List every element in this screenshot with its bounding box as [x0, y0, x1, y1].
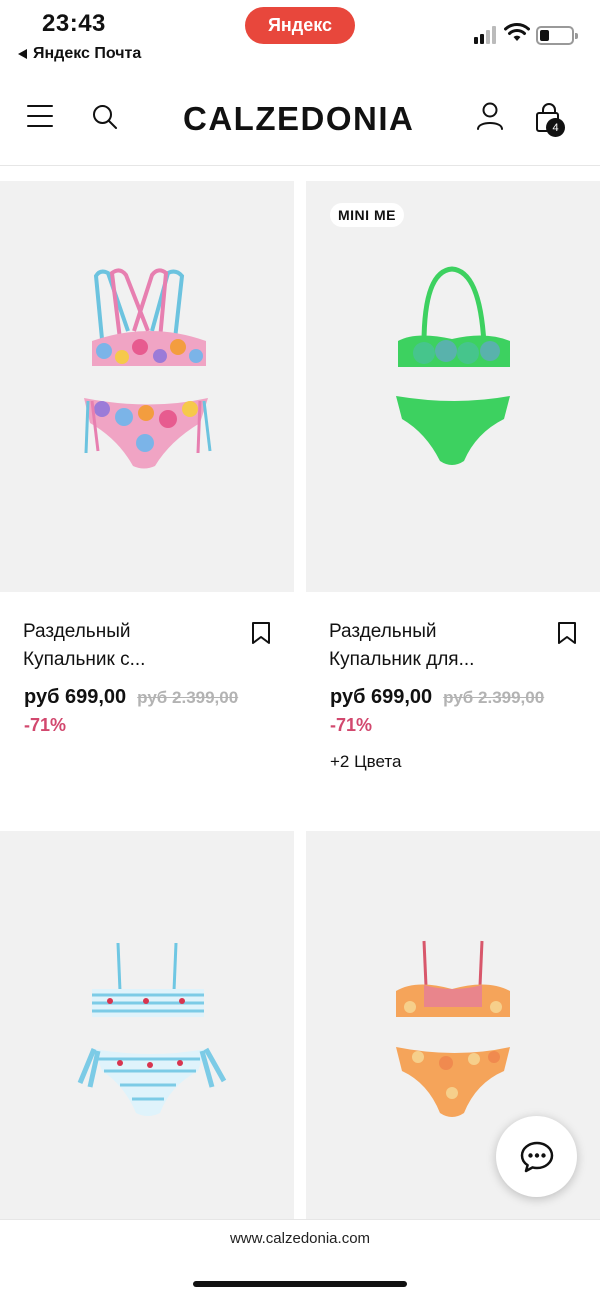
chat-button[interactable] [496, 1116, 577, 1197]
more-colors-link[interactable]: +2 Цвета [330, 752, 401, 772]
product-card[interactable] [0, 831, 294, 1219]
product-image[interactable] [0, 181, 294, 592]
battery-icon [536, 26, 578, 45]
home-indicator[interactable] [193, 1281, 407, 1287]
striped-bikini-illustration [77, 942, 227, 1116]
product-image[interactable] [0, 831, 294, 1219]
product-title[interactable]: Раздельный Купальник с... [23, 618, 243, 674]
discount-label: -71% [330, 715, 373, 735]
user-account-icon[interactable] [476, 102, 504, 130]
browser-pill-label: Яндекс [267, 15, 333, 35]
browser-url-bar[interactable]: www.calzedonia.com [0, 1219, 600, 1297]
wifi-icon [504, 23, 530, 41]
url-text[interactable]: www.calzedonia.com [0, 1230, 600, 1247]
product-card[interactable]: MINI ME Раздельный Купальник для... руб … [306, 181, 600, 821]
price-original: руб 2.399,00 [443, 688, 545, 707]
product-badge: MINI ME [330, 203, 404, 227]
clock: 23:43 [42, 10, 106, 37]
brand-logo[interactable]: CALZEDONIA [183, 100, 414, 138]
browser-pill[interactable]: Яндекс [245, 7, 355, 44]
discount-label: -71% [24, 715, 67, 735]
product-title-line-1: Раздельный [329, 621, 437, 642]
site-header: CALZEDONIA [0, 72, 600, 166]
bookmark-icon[interactable] [251, 621, 271, 645]
floral-bikini-illustration [84, 268, 212, 469]
price-row: руб 699,00 руб 2.399,00 [330, 686, 544, 709]
bookmark-icon[interactable] [557, 621, 577, 645]
price-row: руб 699,00 руб 2.399,00 [24, 686, 238, 709]
search-icon[interactable] [92, 104, 118, 130]
status-bar: 23:43 Яндекс Почта Яндекс [0, 0, 600, 72]
price-current: руб 699,00 [24, 686, 127, 708]
price-original: руб 2.399,00 [137, 688, 239, 707]
product-title-line-2: Купальник для... [329, 649, 475, 670]
product-image[interactable]: MINI ME [306, 181, 600, 592]
green-bikini-illustration [396, 266, 510, 465]
back-to-app-link[interactable]: Яндекс Почта [18, 45, 141, 63]
chat-bubble-icon [520, 1141, 553, 1172]
price-current: руб 699,00 [330, 686, 433, 708]
product-card[interactable]: Раздельный Купальник с... руб 699,00 руб… [0, 181, 294, 821]
cellular-signal-icon [474, 26, 500, 44]
menu-icon[interactable] [27, 105, 53, 127]
product-title-line-2: Купальник с... [23, 649, 146, 670]
back-app-label: Яндекс Почта [33, 45, 142, 62]
back-triangle-icon [18, 49, 27, 59]
product-title[interactable]: Раздельный Купальник для... [329, 618, 549, 674]
product-title-line-1: Раздельный [23, 621, 131, 642]
cart-count-badge: 4 [546, 118, 565, 137]
